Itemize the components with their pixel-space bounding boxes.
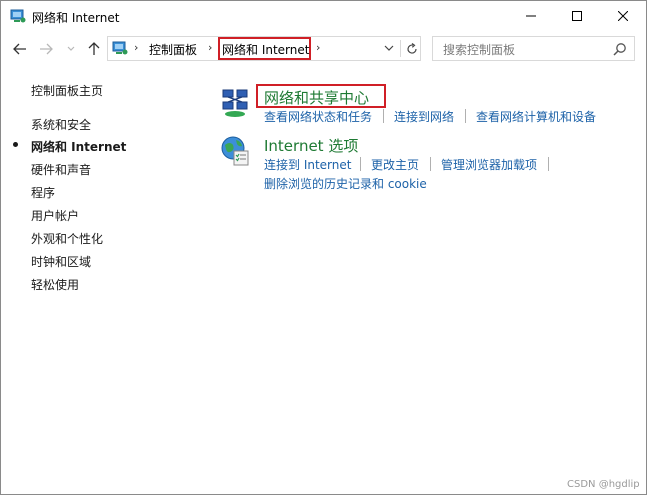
refresh-button[interactable]	[404, 40, 420, 57]
title-bar: 网络和 Internet	[1, 1, 646, 32]
chevron-right-icon[interactable]: ›	[208, 41, 212, 54]
divider	[548, 157, 549, 171]
recent-locations-button[interactable]	[65, 40, 77, 58]
chevron-right-icon[interactable]: ›	[134, 41, 138, 54]
divider	[360, 157, 361, 171]
sidebar-item-clock-region[interactable]: 时钟和区域	[31, 253, 91, 270]
control-panel-icon	[10, 9, 26, 23]
close-button[interactable]	[600, 1, 646, 31]
address-bar[interactable]: › 控制面板 › 网络和 Internet ›	[107, 36, 421, 61]
internet-options-title[interactable]: Internet 选项	[264, 135, 358, 156]
navigation-bar: › 控制面板 › 网络和 Internet › 搜索控制面板	[1, 32, 646, 66]
maximize-button[interactable]	[554, 1, 600, 31]
sidebar-item-user-accounts[interactable]: 用户帐户	[31, 207, 79, 224]
back-button[interactable]	[11, 40, 29, 58]
link-delete-browsing-history[interactable]: 删除浏览的历史记录和 cookie	[264, 175, 427, 192]
link-change-homepage[interactable]: 更改主页	[371, 156, 419, 173]
link-view-network-computers[interactable]: 查看网络计算机和设备	[476, 108, 596, 125]
minimize-button[interactable]	[508, 1, 554, 31]
link-connect-to-network[interactable]: 连接到网络	[394, 108, 454, 125]
control-panel-window: 网络和 Internet › 控制面板 › 网络和 Internet › 搜索控…	[0, 0, 647, 495]
address-dropdown-button[interactable]	[384, 41, 394, 55]
divider	[430, 157, 431, 171]
divider	[400, 40, 401, 57]
sidebar-item-control-panel-home[interactable]: 控制面板主页	[31, 82, 103, 99]
link-connect-to-internet[interactable]: 连接到 Internet	[264, 156, 351, 173]
divider	[383, 109, 384, 123]
divider	[465, 109, 466, 123]
breadcrumb-current-highlight[interactable]: 网络和 Internet	[218, 37, 311, 60]
search-input[interactable]: 搜索控制面板	[443, 41, 515, 58]
internet-options-icon[interactable]	[220, 135, 252, 167]
sidebar-item-ease-of-access[interactable]: 轻松使用	[31, 276, 79, 293]
search-box[interactable]: 搜索控制面板	[432, 36, 635, 61]
refresh-icon	[407, 42, 417, 54]
network-sharing-center-title[interactable]: 网络和共享中心	[264, 87, 369, 108]
up-button[interactable]	[85, 40, 103, 58]
link-view-network-status[interactable]: 查看网络状态和任务	[264, 108, 372, 125]
chevron-down-icon	[67, 46, 75, 51]
forward-button[interactable]	[37, 40, 55, 58]
arrow-left-icon	[13, 43, 26, 55]
sidebar-item-network-internet[interactable]: 网络和 Internet	[31, 138, 126, 155]
link-manage-addons[interactable]: 管理浏览器加载项	[441, 156, 537, 173]
sidebar-item-appearance[interactable]: 外观和个性化	[31, 230, 103, 247]
sidebar-item-system-security[interactable]: 系统和安全	[31, 116, 91, 133]
chevron-down-icon	[384, 45, 394, 51]
control-panel-icon	[112, 41, 128, 55]
minimize-icon	[526, 15, 536, 17]
maximize-icon	[572, 11, 582, 21]
close-icon	[618, 11, 628, 21]
sidebar-item-hardware-sound[interactable]: 硬件和声音	[31, 161, 91, 178]
arrow-up-icon	[88, 42, 100, 55]
search-icon[interactable]	[613, 42, 627, 56]
arrow-right-icon	[40, 43, 53, 55]
network-sharing-icon[interactable]	[221, 86, 253, 118]
chevron-right-icon[interactable]: ›	[316, 41, 320, 54]
window-title: 网络和 Internet	[32, 11, 120, 25]
active-bullet	[13, 142, 18, 147]
watermark: CSDN @hgdlip	[567, 479, 640, 490]
breadcrumb-control-panel[interactable]: 控制面板	[149, 41, 197, 58]
breadcrumb-network-internet[interactable]: 网络和 Internet	[222, 41, 309, 58]
sidebar-item-programs[interactable]: 程序	[31, 184, 55, 201]
network-sharing-center-title-highlight[interactable]: 网络和共享中心	[256, 84, 386, 108]
